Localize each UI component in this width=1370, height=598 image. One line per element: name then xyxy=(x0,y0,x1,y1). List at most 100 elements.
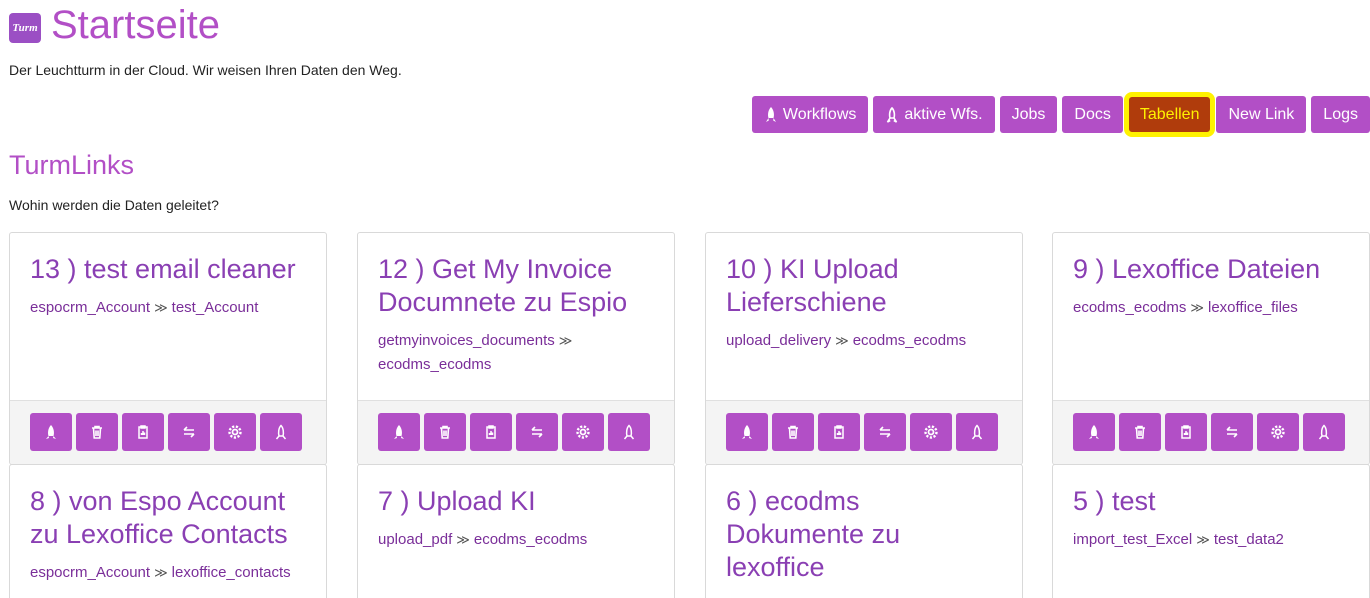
logs-button[interactable]: Logs xyxy=(1311,96,1370,133)
card-title[interactable]: 9 ) Lexoffice Dateien xyxy=(1073,253,1349,286)
new-link-button[interactable]: New Link xyxy=(1216,96,1307,133)
launch-rocket-button[interactable] xyxy=(378,413,420,451)
page-subtitle: Der Leuchtturm in der Cloud. Wir weisen … xyxy=(9,62,402,78)
launch-rocket-button[interactable] xyxy=(30,413,72,451)
card-title[interactable]: 5 ) test xyxy=(1073,485,1349,518)
active-workflows-button[interactable]: aktive Wfs. xyxy=(873,96,995,133)
clipboard-icon xyxy=(1181,425,1191,439)
settings-button[interactable] xyxy=(214,413,256,451)
swap-button[interactable] xyxy=(1211,413,1253,451)
swap-button[interactable] xyxy=(168,413,210,451)
card-title[interactable]: 7 ) Upload KI xyxy=(378,485,654,518)
swap-button[interactable] xyxy=(864,413,906,451)
rocket-outline-icon xyxy=(887,106,898,123)
swap-arrows-icon xyxy=(1226,426,1238,438)
rocket-icon xyxy=(394,425,404,439)
rocket-icon xyxy=(742,425,752,439)
activate-rocket-button[interactable] xyxy=(260,413,302,451)
report-button[interactable] xyxy=(818,413,860,451)
report-button[interactable] xyxy=(1165,413,1207,451)
rocket-icon xyxy=(46,425,56,439)
delete-button[interactable] xyxy=(772,413,814,451)
gear-icon xyxy=(576,425,590,439)
activate-rocket-button[interactable] xyxy=(956,413,998,451)
route-target: lexoffice_contacts xyxy=(171,564,291,581)
card-route: getmyinvoices_documents ≫ ecodms_ecodms xyxy=(378,329,654,377)
card-title[interactable]: 10 ) KI Upload Lieferschiene xyxy=(726,253,1002,319)
swap-arrows-icon xyxy=(531,426,543,438)
trash-icon xyxy=(440,425,450,439)
route-source: espocrm_Account xyxy=(30,299,151,316)
delete-button[interactable] xyxy=(76,413,118,451)
route-target: test_Account xyxy=(171,299,259,316)
logs-label: Logs xyxy=(1323,105,1358,123)
workflows-button[interactable]: Workflows xyxy=(751,96,869,133)
double-chevron-icon: ≫ xyxy=(154,565,168,580)
trash-icon xyxy=(1135,425,1145,439)
double-chevron-icon: ≫ xyxy=(1190,300,1204,315)
card-route: import_test_Excel ≫ test_data2 xyxy=(1073,528,1349,552)
docs-button[interactable]: Docs xyxy=(1062,96,1123,133)
card-actions xyxy=(706,400,1022,464)
workflows-label: Workflows xyxy=(782,105,857,123)
rocket-outline-icon xyxy=(623,424,635,440)
card-route: espocrm_Account ≫ lexoffice_contacts xyxy=(30,561,306,585)
card-actions xyxy=(358,400,674,464)
turmlink-card: 9 ) Lexoffice Dateien ecodms_ecodms ≫ lexo… xyxy=(1052,232,1370,465)
delete-button[interactable] xyxy=(1119,413,1161,451)
route-target: lexoffice_files xyxy=(1208,299,1298,316)
route-source: import_test_Excel xyxy=(1073,531,1193,548)
turmlink-card: 13 ) test email cleaner espocrm_Account ≫… xyxy=(9,232,327,465)
report-button[interactable] xyxy=(470,413,512,451)
rocket-icon xyxy=(1089,425,1099,439)
card-title[interactable]: 12 ) Get My Invoice Documnete zu Espio xyxy=(378,253,654,319)
jobs-button[interactable]: Jobs xyxy=(999,96,1058,133)
active-workflows-label: aktive Wfs. xyxy=(904,105,983,123)
launch-rocket-button[interactable] xyxy=(726,413,768,451)
launch-rocket-button[interactable] xyxy=(1073,413,1115,451)
jobs-label: Jobs xyxy=(1011,105,1046,123)
turmlink-card: 8 ) von Espo Account zu Lexoffice Contac… xyxy=(9,464,327,598)
gear-icon xyxy=(924,425,938,439)
app-logo: Turm xyxy=(9,13,41,43)
section-title: TurmLinks xyxy=(9,150,135,180)
gear-icon xyxy=(228,425,242,439)
clipboard-icon xyxy=(486,425,496,439)
route-target: ecodms_ecodms xyxy=(473,531,588,548)
swap-button[interactable] xyxy=(516,413,558,451)
swap-arrows-icon xyxy=(879,426,891,438)
delete-button[interactable] xyxy=(424,413,466,451)
turmlink-card: 7 ) Upload KI upload_pdf ≫ ecodms_ecodms xyxy=(357,464,675,598)
swap-arrows-icon xyxy=(183,426,195,438)
rocket-icon xyxy=(765,106,776,122)
card-route: upload_delivery ≫ ecodms_ecodms xyxy=(726,329,1002,353)
rocket-outline-icon xyxy=(971,424,983,440)
route-source: getmyinvoices_documents xyxy=(378,332,555,349)
tables-button[interactable]: Tabellen xyxy=(1123,92,1216,137)
settings-button[interactable] xyxy=(910,413,952,451)
report-button[interactable] xyxy=(122,413,164,451)
turmlink-card: 10 ) KI Upload Lieferschiene upload_deli… xyxy=(705,232,1023,465)
new-link-label: New Link xyxy=(1228,105,1295,123)
rocket-outline-icon xyxy=(1318,424,1330,440)
card-title[interactable]: 13 ) test email cleaner xyxy=(30,253,306,286)
route-source: upload_pdf xyxy=(378,531,453,548)
card-title[interactable]: 8 ) von Espo Account zu Lexoffice Contac… xyxy=(30,485,306,551)
settings-button[interactable] xyxy=(562,413,604,451)
card-title[interactable]: 6 ) ecodms Dokumente zu lexoffice xyxy=(726,485,1002,584)
settings-button[interactable] xyxy=(1257,413,1299,451)
card-actions xyxy=(1053,400,1369,464)
trash-icon xyxy=(92,425,102,439)
route-source: ecodms_ecodms xyxy=(1073,299,1187,316)
double-chevron-icon: ≫ xyxy=(558,333,573,348)
clipboard-icon xyxy=(138,425,148,439)
activate-rocket-button[interactable] xyxy=(608,413,650,451)
card-route: ecodms_ecodms ≫ lexoffice_files xyxy=(1073,296,1349,320)
trash-icon xyxy=(788,425,798,439)
top-nav: Workflows aktive Wfs. Jobs Docs Tabellen… xyxy=(751,92,1370,137)
gear-icon xyxy=(1271,425,1285,439)
turmlink-card: 12 ) Get My Invoice Documnete zu Espio g… xyxy=(357,232,675,465)
activate-rocket-button[interactable] xyxy=(1303,413,1345,451)
route-target: ecodms_ecodms xyxy=(852,332,967,349)
page-title: Startseite xyxy=(51,3,220,47)
